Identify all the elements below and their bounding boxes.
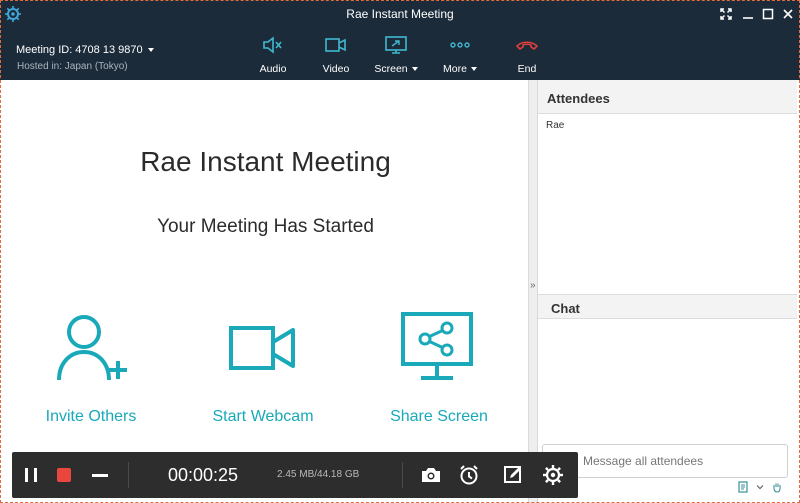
more-dots-icon [450,42,470,48]
end-label: End [517,63,537,75]
audio-button[interactable]: Audio [243,34,303,76]
audio-label: Audio [259,63,287,75]
chevron-down-icon [470,67,477,71]
meeting-main-area: Rae Instant Meeting Your Meeting Has Sta… [3,80,528,503]
chat-header: Chat [538,294,797,319]
panel-splitter[interactable]: » [528,80,538,503]
storage-usage: 2.45 MB/44.18 GB [277,469,360,480]
raise-hand-icon[interactable] [771,481,783,493]
screen-share-icon [385,36,407,54]
collapse-panel-icon[interactable]: » [530,280,536,291]
share-screen-label: Share Screen [390,408,488,425]
toolbar-separator [402,462,403,488]
close-icon[interactable] [780,6,796,22]
recorder-settings-button[interactable] [540,462,566,488]
start-webcam-label: Start Webcam [212,408,314,425]
schedule-clock-icon [460,465,478,485]
attendees-header: Attendees [538,80,797,114]
invite-others-label: Invite Others [45,408,137,425]
screen-label: Screen [374,63,408,75]
chat-message-input[interactable] [543,445,787,477]
screen-button[interactable]: Screen [366,34,426,76]
webcam-icon [229,326,295,370]
meeting-title: Rae Instant Meeting [140,146,391,177]
stop-record-button[interactable] [51,462,77,488]
collapse-icon [92,474,108,477]
file-attach-icon[interactable] [737,481,749,493]
more-label: More [443,63,467,75]
annotate-button[interactable] [500,462,526,488]
share-screen-button[interactable]: Share Screen [354,312,524,426]
muted-speaker-icon [263,36,282,54]
schedule-button[interactable] [456,462,482,488]
hosted-location: Hosted in: Japan (Tokyo) [17,61,128,72]
maximize-icon[interactable] [760,6,776,22]
chat-tools [737,481,783,493]
recorder-toolbar: 00:00:25 2.45 MB/44.18 GB [12,452,578,498]
start-webcam-button[interactable]: Start Webcam [178,312,348,426]
window-title: Rae Instant Meeting [346,7,454,21]
share-screen-icon [401,312,473,380]
attendees-panel: Attendees Rae [538,80,797,294]
minimize-icon[interactable] [740,6,756,22]
end-call-icon [516,41,538,50]
video-button[interactable]: Video [306,34,366,76]
stop-record-icon [57,468,71,482]
recording-timer: 00:00:25 [168,465,239,485]
annotate-icon [504,466,521,483]
chat-input-box[interactable] [542,444,788,478]
meeting-toolbar: Meeting ID: 4708 13 9870 Hosted in: Japa… [0,28,800,80]
toolbar-separator [128,462,129,488]
attendee-item[interactable]: Rae [538,114,797,131]
meeting-status: Your Meeting Has Started [157,216,374,237]
video-label: Video [322,63,350,75]
chevron-down-icon [147,48,154,52]
video-camera-icon [325,38,346,52]
chevron-down-icon [411,67,418,71]
pause-button[interactable] [18,462,44,488]
screenshot-button[interactable] [418,462,444,488]
collapse-recorder-button[interactable] [87,462,113,488]
meeting-id-dropdown[interactable]: Meeting ID: 4708 13 9870 [16,44,154,56]
more-button[interactable]: More [430,34,490,76]
chevron-down-icon[interactable] [754,481,766,493]
settings-icon [543,465,563,485]
meeting-id-text: Meeting ID: 4708 13 9870 [16,44,143,56]
invite-others-button[interactable]: Invite Others [6,312,176,426]
add-user-icon [57,315,127,381]
title-bar: Rae Instant Meeting [0,0,800,28]
fullscreen-icon[interactable] [718,6,734,22]
pause-icon [25,468,37,482]
end-button[interactable]: End [497,34,557,76]
screenshot-icon [422,468,440,482]
